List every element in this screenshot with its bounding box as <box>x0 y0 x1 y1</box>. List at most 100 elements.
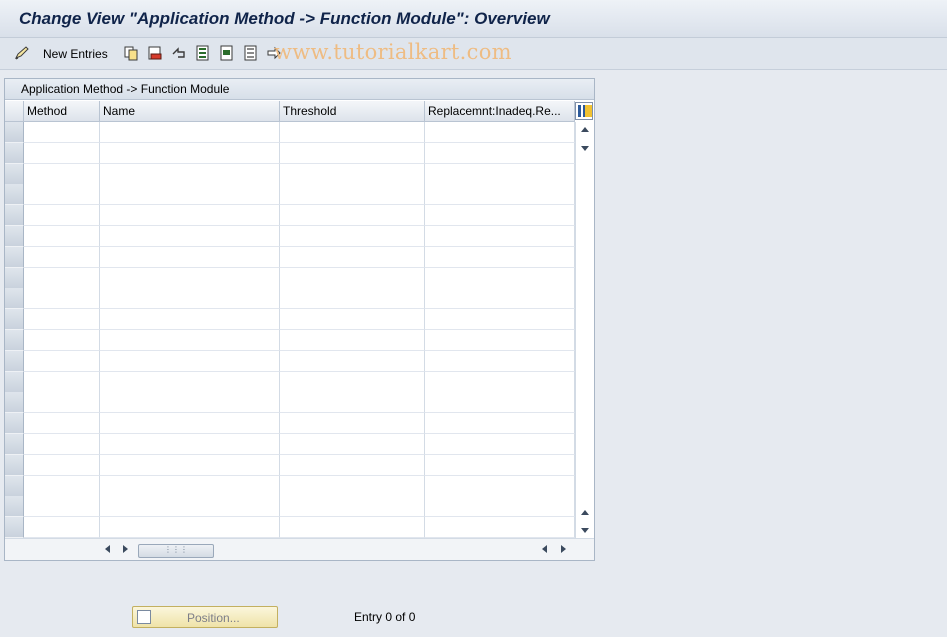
cell-name[interactable] <box>100 246 280 268</box>
cell-threshold[interactable] <box>280 496 425 518</box>
select-all-button[interactable] <box>195 44 211 62</box>
cell-name[interactable] <box>100 413 280 435</box>
cell-threshold[interactable] <box>280 246 425 268</box>
cell-replacement[interactable] <box>425 288 575 310</box>
cell-method[interactable] <box>24 288 100 310</box>
scroll-up-icon[interactable] <box>581 127 589 132</box>
cell-replacement[interactable] <box>425 392 575 414</box>
cell-threshold[interactable] <box>280 142 425 164</box>
cell-method[interactable] <box>24 142 100 164</box>
delete-button[interactable] <box>147 44 163 62</box>
cell-replacement[interactable] <box>425 434 575 455</box>
cell-replacement[interactable] <box>425 184 575 206</box>
cell-name[interactable] <box>100 122 280 143</box>
cell-replacement[interactable] <box>425 454 575 476</box>
cell-threshold[interactable] <box>280 205 425 227</box>
horizontal-scrollbar[interactable]: ⋮⋮⋮ <box>5 538 594 560</box>
row-selector[interactable] <box>5 330 24 351</box>
cell-replacement[interactable] <box>425 371 575 393</box>
column-header-replacement[interactable]: Replacemnt:Inadeq.Re... <box>425 101 575 122</box>
row-selector[interactable] <box>5 517 24 539</box>
row-selector[interactable] <box>5 163 24 185</box>
position-button[interactable]: Position... <box>132 606 278 628</box>
cell-threshold[interactable] <box>280 371 425 393</box>
cell-name[interactable] <box>100 288 280 310</box>
column-header-method[interactable]: Method <box>24 101 100 122</box>
cell-method[interactable] <box>24 475 100 497</box>
row-selector[interactable] <box>5 350 24 372</box>
cell-method[interactable] <box>24 309 100 331</box>
column-header-name[interactable]: Name <box>100 101 280 122</box>
cell-method[interactable] <box>24 392 100 414</box>
cell-threshold[interactable] <box>280 184 425 206</box>
row-selector[interactable] <box>5 309 24 331</box>
cell-name[interactable] <box>100 350 280 372</box>
cell-name[interactable] <box>100 517 280 539</box>
scroll-right-icon[interactable] <box>123 545 128 553</box>
cell-name[interactable] <box>100 454 280 476</box>
row-selector[interactable] <box>5 434 24 455</box>
row-selector[interactable] <box>5 496 24 518</box>
cell-method[interactable] <box>24 163 100 185</box>
cell-name[interactable] <box>100 392 280 414</box>
cell-replacement[interactable] <box>425 413 575 435</box>
cell-replacement[interactable] <box>425 142 575 164</box>
scroll-down-icon[interactable] <box>581 146 589 151</box>
cell-name[interactable] <box>100 475 280 497</box>
cell-threshold[interactable] <box>280 330 425 351</box>
cell-name[interactable] <box>100 142 280 164</box>
vertical-scrollbar[interactable] <box>575 122 594 538</box>
row-selector[interactable] <box>5 267 24 289</box>
cell-name[interactable] <box>100 309 280 331</box>
cell-replacement[interactable] <box>425 350 575 372</box>
cell-method[interactable] <box>24 267 100 289</box>
cell-replacement[interactable] <box>425 205 575 227</box>
cell-method[interactable] <box>24 330 100 351</box>
cell-threshold[interactable] <box>280 413 425 435</box>
cell-method[interactable] <box>24 122 100 143</box>
page-up-icon[interactable] <box>581 510 589 515</box>
cell-threshold[interactable] <box>280 288 425 310</box>
display-change-button[interactable] <box>14 44 30 62</box>
row-selector[interactable] <box>5 288 24 310</box>
cell-name[interactable] <box>100 496 280 518</box>
cell-method[interactable] <box>24 517 100 539</box>
row-selector[interactable] <box>5 413 24 435</box>
cell-name[interactable] <box>100 267 280 289</box>
cell-method[interactable] <box>24 454 100 476</box>
cell-replacement[interactable] <box>425 475 575 497</box>
row-selector[interactable] <box>5 454 24 476</box>
cell-replacement[interactable] <box>425 246 575 268</box>
cell-threshold[interactable] <box>280 434 425 455</box>
cell-name[interactable] <box>100 205 280 227</box>
cell-threshold[interactable] <box>280 392 425 414</box>
cell-replacement[interactable] <box>425 330 575 351</box>
cell-threshold[interactable] <box>280 163 425 185</box>
column-header-threshold[interactable]: Threshold <box>280 101 425 122</box>
cell-method[interactable] <box>24 205 100 227</box>
cell-method[interactable] <box>24 434 100 455</box>
cell-threshold[interactable] <box>280 122 425 143</box>
cell-method[interactable] <box>24 184 100 206</box>
cell-replacement[interactable] <box>425 267 575 289</box>
row-selector[interactable] <box>5 475 24 497</box>
cell-replacement[interactable] <box>425 122 575 143</box>
row-selector[interactable] <box>5 184 24 206</box>
cell-threshold[interactable] <box>280 454 425 476</box>
row-selector[interactable] <box>5 205 24 227</box>
cell-replacement[interactable] <box>425 226 575 247</box>
cell-name[interactable] <box>100 163 280 185</box>
table-settings-icon[interactable] <box>575 102 593 120</box>
deselect-all-button[interactable] <box>243 44 259 62</box>
scroll-far-right-icon[interactable] <box>561 545 566 553</box>
row-selector[interactable] <box>5 226 24 247</box>
row-selector[interactable] <box>5 371 24 393</box>
cell-name[interactable] <box>100 371 280 393</box>
row-selector[interactable] <box>5 142 24 164</box>
row-selector[interactable] <box>5 246 24 268</box>
scroll-far-left-icon[interactable] <box>542 545 547 553</box>
cell-threshold[interactable] <box>280 517 425 539</box>
copy-as-button[interactable] <box>123 44 139 62</box>
cell-name[interactable] <box>100 226 280 247</box>
cell-method[interactable] <box>24 226 100 247</box>
